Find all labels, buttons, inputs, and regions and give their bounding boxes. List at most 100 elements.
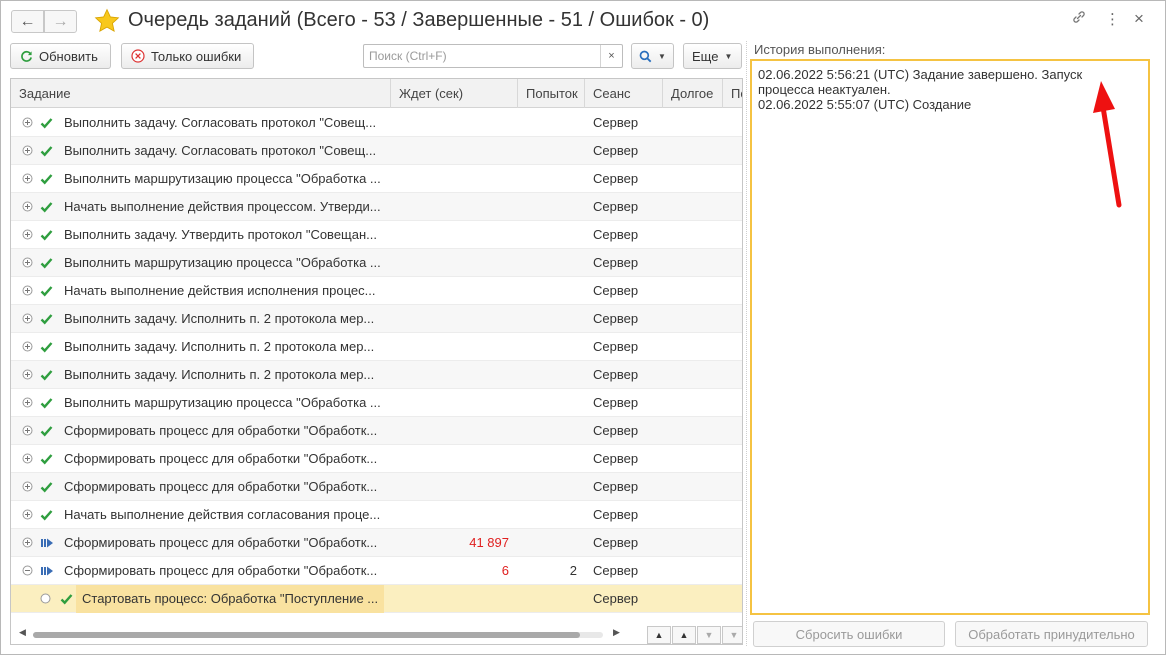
wait-seconds-cell[interactable] (391, 305, 509, 333)
table-row[interactable]: Выполнить задачу. Исполнить п. 2 протоко… (11, 333, 742, 361)
column-header-session[interactable]: Сеанс (585, 79, 663, 108)
table-row[interactable]: Выполнить маршрутизацию процесса "Обрабо… (11, 389, 742, 417)
table-row[interactable]: Выполнить маршрутизацию процесса "Обрабо… (11, 165, 742, 193)
expand-plus-icon[interactable] (22, 145, 33, 156)
expand-plus-icon[interactable] (22, 425, 33, 436)
attempts-cell[interactable] (518, 361, 577, 389)
wait-seconds-cell[interactable] (391, 333, 509, 361)
session-cell[interactable]: Сервер (593, 305, 663, 333)
expand-plus-icon[interactable] (22, 285, 33, 296)
wait-seconds-cell[interactable] (391, 473, 509, 501)
expand-plus-icon[interactable] (22, 341, 33, 352)
expand-plus-icon[interactable] (22, 397, 33, 408)
task-name-cell[interactable]: Стартовать процесс: Обработка "Поступлен… (76, 585, 384, 613)
attempts-cell[interactable] (518, 333, 577, 361)
task-name-cell[interactable]: Сформировать процесс для обработки "Обра… (58, 529, 384, 557)
wait-seconds-cell[interactable] (391, 137, 509, 165)
table-row[interactable]: Сформировать процесс для обработки "Обра… (11, 529, 742, 557)
scroll-up-button[interactable]: ▲ (672, 626, 696, 644)
close-icon[interactable]: × (1134, 9, 1144, 29)
expand-plus-icon[interactable] (22, 313, 33, 324)
scroll-right-icon[interactable]: ▶ (613, 627, 620, 638)
task-name-cell[interactable]: Выполнить маршрутизацию процесса "Обрабо… (58, 389, 384, 417)
expand-plus-icon[interactable] (22, 369, 33, 380)
wait-seconds-cell[interactable]: 41 897 (391, 529, 509, 557)
task-name-cell[interactable]: Выполнить маршрутизацию процесса "Обрабо… (58, 165, 384, 193)
column-header-long[interactable]: Долгое (663, 79, 723, 108)
task-name-cell[interactable]: Выполнить задачу. Исполнить п. 2 протоко… (58, 333, 384, 361)
expand-plus-icon[interactable] (22, 173, 33, 184)
task-name-cell[interactable]: Сформировать процесс для обработки "Обра… (58, 557, 384, 585)
task-name-cell[interactable]: Выполнить задачу. Исполнить п. 2 протоко… (58, 305, 384, 333)
more-vertical-icon[interactable]: ⋮ (1105, 10, 1120, 28)
task-name-cell[interactable]: Выполнить задачу. Исполнить п. 2 протоко… (58, 361, 384, 389)
wait-seconds-cell[interactable] (391, 585, 509, 613)
attempts-cell[interactable] (518, 585, 577, 613)
wait-seconds-cell[interactable] (391, 221, 509, 249)
expand-plus-icon[interactable] (22, 537, 33, 548)
wait-seconds-cell[interactable] (391, 249, 509, 277)
attempts-cell[interactable] (518, 221, 577, 249)
table-row[interactable]: Начать выполнение действия процессом. Ут… (11, 193, 742, 221)
wait-seconds-cell[interactable]: 6 (391, 557, 509, 585)
panel-splitter[interactable] (746, 41, 747, 646)
scroll-down-button[interactable]: ▼ (697, 626, 721, 644)
attempts-cell[interactable] (518, 165, 577, 193)
session-cell[interactable]: Сервер (593, 277, 663, 305)
session-cell[interactable]: Сервер (593, 249, 663, 277)
session-cell[interactable]: Сервер (593, 445, 663, 473)
task-name-cell[interactable]: Начать выполнение действия процессом. Ут… (58, 193, 384, 221)
session-cell[interactable]: Сервер (593, 501, 663, 529)
session-cell[interactable]: Сервер (593, 193, 663, 221)
session-cell[interactable]: Сервер (593, 417, 663, 445)
column-header-extra[interactable]: По (723, 79, 742, 108)
scroll-bottom-button[interactable]: ▼ (722, 626, 742, 644)
attempts-cell[interactable] (518, 137, 577, 165)
column-header-task[interactable]: Задание (11, 79, 391, 108)
task-name-cell[interactable]: Начать выполнение действия согласования … (58, 501, 384, 529)
attempts-cell[interactable] (518, 249, 577, 277)
table-row[interactable]: Начать выполнение действия согласования … (11, 501, 742, 529)
attempts-cell[interactable]: 2 (518, 557, 577, 585)
table-row[interactable]: Выполнить задачу. Исполнить п. 2 протоко… (11, 361, 742, 389)
session-cell[interactable]: Сервер (593, 165, 663, 193)
expand-plus-icon[interactable] (22, 117, 33, 128)
table-row[interactable]: Стартовать процесс: Обработка "Поступлен… (11, 585, 742, 613)
attempts-cell[interactable] (518, 389, 577, 417)
table-row[interactable]: Выполнить маршрутизацию процесса "Обрабо… (11, 249, 742, 277)
scrollbar-track[interactable] (33, 632, 603, 638)
table-row[interactable]: Сформировать процесс для обработки "Обра… (11, 557, 742, 585)
task-name-cell[interactable]: Выполнить маршрутизацию процесса "Обрабо… (58, 249, 384, 277)
task-name-cell[interactable]: Выполнить задачу. Согласовать протокол "… (58, 137, 384, 165)
table-row[interactable]: Начать выполнение действия исполнения пр… (11, 277, 742, 305)
wait-seconds-cell[interactable] (391, 417, 509, 445)
session-cell[interactable]: Сервер (593, 557, 663, 585)
attempts-cell[interactable] (518, 445, 577, 473)
session-cell[interactable]: Сервер (593, 137, 663, 165)
favorite-star-icon[interactable] (94, 8, 120, 34)
expand-plus-icon[interactable] (22, 509, 33, 520)
attempts-cell[interactable] (518, 305, 577, 333)
attempts-cell[interactable] (518, 529, 577, 557)
table-row[interactable]: Выполнить задачу. Согласовать протокол "… (11, 137, 742, 165)
session-cell[interactable]: Сервер (593, 333, 663, 361)
attempts-cell[interactable] (518, 473, 577, 501)
attempts-cell[interactable] (518, 501, 577, 529)
column-header-attempts[interactable]: Попыток (518, 79, 585, 108)
session-cell[interactable]: Сервер (593, 221, 663, 249)
force-process-button[interactable]: Обработать принудительно (955, 621, 1148, 647)
table-row[interactable]: Сформировать процесс для обработки "Обра… (11, 473, 742, 501)
task-name-cell[interactable]: Сформировать процесс для обработки "Обра… (58, 445, 384, 473)
attempts-cell[interactable] (518, 417, 577, 445)
task-name-cell[interactable]: Сформировать процесс для обработки "Обра… (58, 417, 384, 445)
link-icon[interactable] (1071, 9, 1087, 29)
task-name-cell[interactable]: Выполнить задачу. Утвердить протокол "Со… (58, 221, 384, 249)
forward-button[interactable]: → (44, 10, 77, 33)
errors-only-button[interactable]: Только ошибки (121, 43, 254, 69)
expand-plus-icon[interactable] (22, 229, 33, 240)
task-name-cell[interactable]: Начать выполнение действия исполнения пр… (58, 277, 384, 305)
task-name-cell[interactable]: Выполнить задачу. Согласовать протокол "… (58, 109, 384, 137)
expand-plus-icon[interactable] (22, 201, 33, 212)
scrollbar-thumb[interactable] (33, 632, 580, 638)
wait-seconds-cell[interactable] (391, 109, 509, 137)
